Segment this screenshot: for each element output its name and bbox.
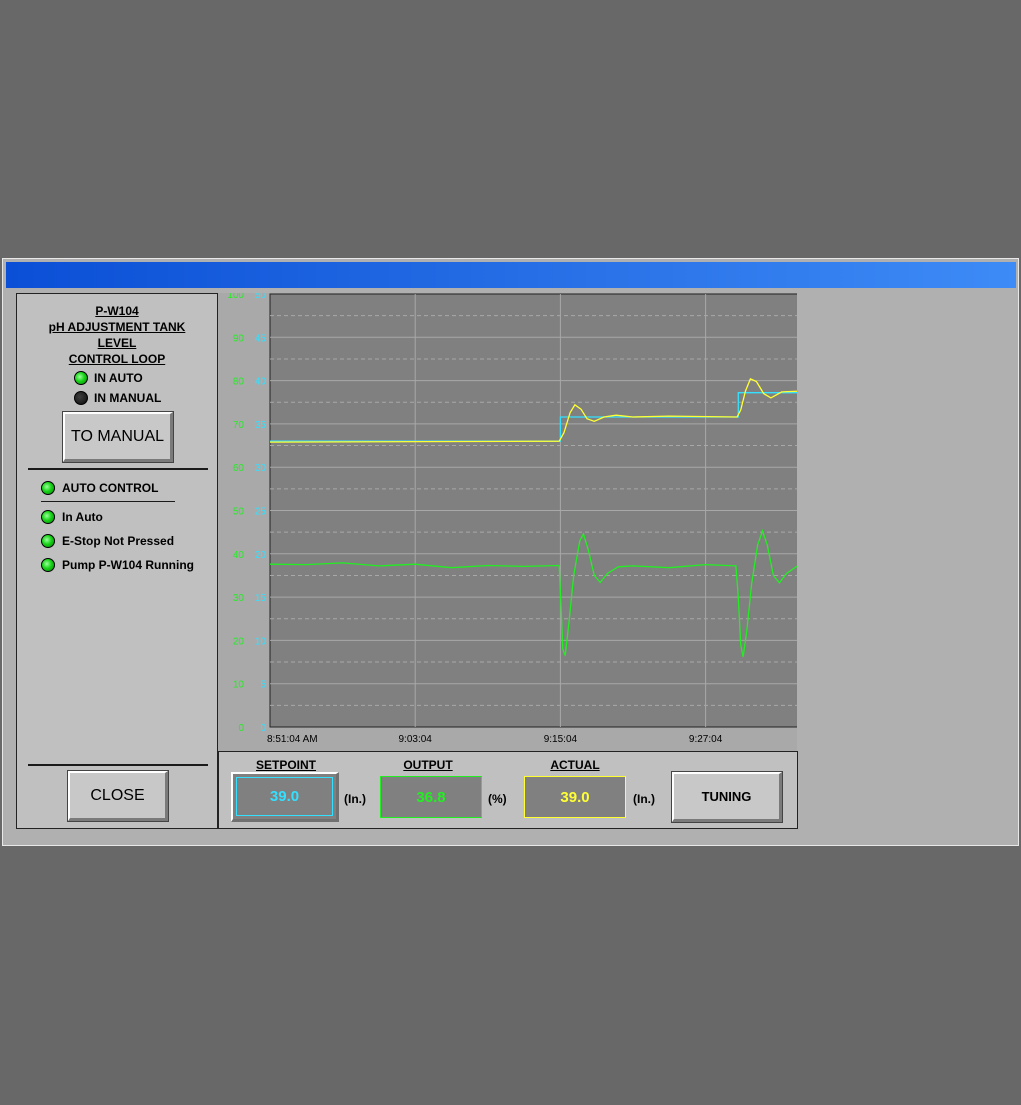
actual-value: 39.0 <box>524 776 626 818</box>
divider <box>41 501 175 502</box>
level-axis-tick-label: 25 <box>255 507 267 518</box>
auto-control-label: AUTO CONTROL <box>62 481 159 495</box>
output-axis-tick-label: 80 <box>233 377 245 388</box>
level-axis-tick-label: 10 <box>255 636 267 647</box>
actual-unit: (In.) <box>633 792 655 806</box>
divider <box>28 468 208 470</box>
actual-label: ACTUAL <box>550 758 600 772</box>
output-value: 36.8 <box>380 776 482 818</box>
output-axis-tick-label: 70 <box>233 420 245 431</box>
estop-permissive-label: E-Stop Not Pressed <box>62 534 175 548</box>
x-tick-label: 9:03:04 <box>399 734 433 745</box>
auto-control-indicator-icon <box>41 481 55 495</box>
level-axis-tick-label: 35 <box>255 420 267 431</box>
in-manual-indicator-icon <box>74 391 88 405</box>
in-manual-label: IN MANUAL <box>94 391 162 405</box>
output-unit: (%) <box>488 792 507 806</box>
level-axis-tick-label: 40 <box>255 377 267 388</box>
output-axis-tick-label: 30 <box>233 593 245 604</box>
level-axis-tick-label: 20 <box>255 550 267 561</box>
output-axis-tick-label: 40 <box>233 550 245 561</box>
output-axis-tick-label: 20 <box>233 636 245 647</box>
in-auto-permissive-label: In Auto <box>62 510 103 524</box>
output-axis-tick-label: 60 <box>233 463 245 474</box>
output-axis-tick-label: 90 <box>233 333 245 344</box>
pump-running-icon <box>41 558 55 572</box>
setpoint-input[interactable]: 39.0 <box>231 772 339 822</box>
bottom-bar: SETPOINT 39.0 (In.) OUTPUT 36.8 (%) ACTU… <box>218 751 798 829</box>
setpoint-unit: (In.) <box>344 792 366 806</box>
trend-chart[interactable]: 1009080706050403020100504540353025201510… <box>218 290 1012 751</box>
in-auto-label: IN AUTO <box>94 371 143 385</box>
output-axis-tick-label: 50 <box>233 507 245 518</box>
x-tick-label: 9:15:04 <box>544 734 578 745</box>
output-axis-tick-label: 100 <box>227 293 244 301</box>
x-tick-label: 9:27:04 <box>689 734 723 745</box>
setpoint-label: SETPOINT <box>255 758 316 772</box>
level-axis-tick-label: 5 <box>260 680 266 691</box>
loop-title: CONTROL LOOP <box>68 352 166 366</box>
to-manual-button[interactable]: TO MANUAL <box>62 411 174 463</box>
tag-title: P-W104 <box>95 304 139 318</box>
output-label: OUTPUT <box>403 758 453 772</box>
level-axis-tick-label: 30 <box>255 463 267 474</box>
level-axis-tick-label: 50 <box>255 293 267 301</box>
level-axis-tick-label: 45 <box>255 333 267 344</box>
divider <box>28 764 208 766</box>
level-axis-tick-label: 0 <box>260 723 266 734</box>
trend-panel: 100 90 80 70 60 50 40 30 20 10 0 50 45 40 35 30 25 20 15 10… <box>218 290 1012 751</box>
control-loop-window: P-W104 pH ADJUSTMENT TANK LEVEL CONTROL … <box>2 258 1019 846</box>
close-button[interactable]: CLOSE <box>67 770 169 822</box>
tank-title: pH ADJUSTMENT TANK <box>48 320 186 334</box>
tuning-button[interactable]: TUNING <box>671 771 783 823</box>
measurement-title: LEVEL <box>97 336 137 350</box>
setpoint-value: 39.0 <box>236 777 333 816</box>
x-tick-label: 8:51:04 AM <box>267 734 318 745</box>
pump-running-label: Pump P-W104 Running <box>62 558 194 572</box>
level-axis-tick-label: 15 <box>255 593 267 604</box>
title-bar[interactable] <box>6 262 1016 288</box>
left-panel: P-W104 pH ADJUSTMENT TANK LEVEL CONTROL … <box>16 293 218 829</box>
in-auto-permissive-icon <box>41 510 55 524</box>
output-axis-tick-label: 0 <box>238 723 244 734</box>
estop-permissive-icon <box>41 534 55 548</box>
output-axis-tick-label: 10 <box>233 680 245 691</box>
in-auto-indicator-icon <box>74 371 88 385</box>
